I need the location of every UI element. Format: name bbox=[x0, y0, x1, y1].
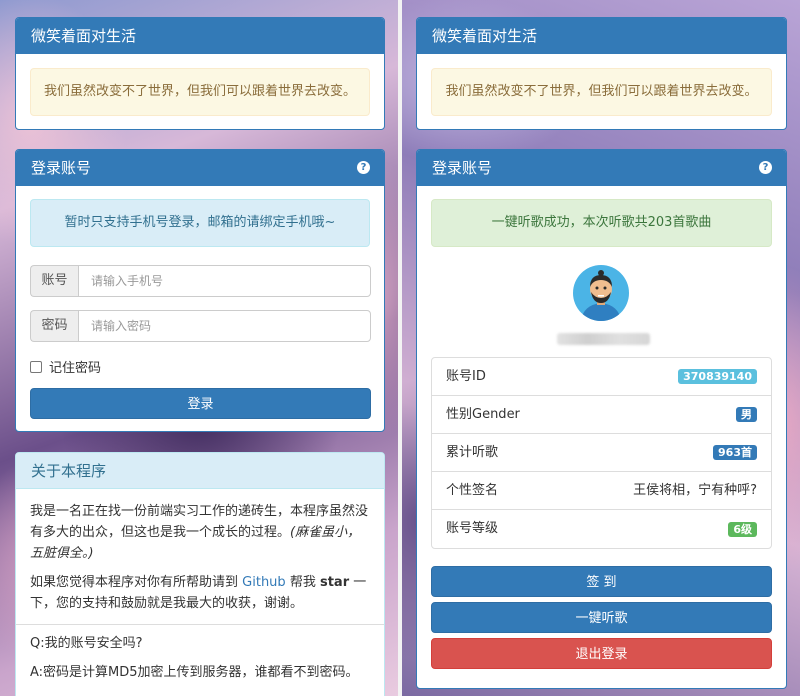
remember-checkbox[interactable] bbox=[30, 360, 42, 373]
account-info-list: 账号ID 370839140 性别Gender 男 累计听歌 963首 个性签名… bbox=[431, 357, 772, 549]
account-id-badge: 370839140 bbox=[678, 369, 757, 384]
signin-button[interactable]: 签 到 bbox=[431, 566, 772, 597]
info-row-signature: 个性签名 王侯将相，宁有种呼? bbox=[432, 472, 771, 510]
info-label: 累计听歌 bbox=[446, 444, 499, 460]
motto-panel-title-right: 微笑着面对生活 bbox=[417, 18, 786, 54]
listen-count-badge: 963首 bbox=[713, 445, 757, 460]
info-label: 账号等级 bbox=[446, 521, 499, 536]
faq-answer: A:密码是计算MD5加密上传到服务器，谁都看不到密码。 bbox=[30, 665, 359, 680]
blurred-username bbox=[557, 333, 650, 345]
question-circle-icon[interactable]: ? bbox=[759, 161, 772, 174]
account-input-group: 账号 bbox=[30, 265, 371, 297]
about-help-text: 帮我 bbox=[289, 575, 316, 590]
about-paragraph-1: 我是一名正在找一份前端实习工作的递砖生，本程序虽然没有多大的出众，但这也是我一个… bbox=[16, 489, 384, 564]
motto-message-right: 我们虽然改变不了世界，但我们可以跟着世界去改变。 bbox=[431, 68, 772, 116]
info-row-level: 账号等级 6级 bbox=[432, 510, 771, 548]
user-avatar-icon bbox=[573, 265, 629, 321]
info-row-account-id: 账号ID 370839140 bbox=[432, 358, 771, 396]
login-notice: 暂时只支持手机号登录，邮箱的请绑定手机哦~ bbox=[30, 199, 370, 247]
password-label: 密码 bbox=[30, 310, 78, 342]
login-button[interactable]: 登录 bbox=[30, 388, 371, 419]
level-badge: 6级 bbox=[728, 521, 757, 537]
account-label: 账号 bbox=[30, 265, 78, 297]
info-row-gender: 性别Gender 男 bbox=[432, 396, 771, 434]
info-label: 性别Gender bbox=[446, 406, 520, 422]
about-paragraph-2: 如果您觉得本程序对你有所帮助请到 Github 帮我 star 一下，您的支持和… bbox=[16, 564, 384, 624]
remember-label[interactable]: 记住密码 bbox=[49, 357, 101, 376]
password-input-group: 密码 bbox=[30, 310, 371, 342]
motto-panel: 微笑着面对生活 我们虽然改变不了世界，但我们可以跟着世界去改变。 bbox=[15, 17, 385, 130]
login-panel-heading: 登录账号 ? bbox=[16, 150, 384, 186]
login-panel-title: 登录账号 bbox=[31, 159, 92, 177]
login-panel: 登录账号 ? 暂时只支持手机号登录，邮箱的请绑定手机哦~ 账号 密码 记住密码 … bbox=[15, 149, 385, 432]
about-panel-title: 关于本程序 bbox=[16, 453, 384, 489]
faq-question: Q:我的账号安全吗? bbox=[30, 636, 143, 651]
account-input[interactable] bbox=[78, 265, 371, 297]
password-input[interactable] bbox=[78, 310, 371, 342]
about-panel: 关于本程序 我是一名正在找一份前端实习工作的递砖生，本程序虽然没有多大的出众，但… bbox=[15, 452, 385, 696]
one-click-listen-button[interactable]: 一键听歌 bbox=[431, 602, 772, 633]
question-circle-icon[interactable]: ? bbox=[357, 161, 370, 174]
star-text: star bbox=[319, 575, 350, 590]
logout-button[interactable]: 退出登录 bbox=[431, 638, 772, 669]
motto-panel-right: 微笑着面对生活 我们虽然改变不了世界，但我们可以跟着世界去改变。 bbox=[416, 17, 787, 130]
remember-row: 记住密码 bbox=[30, 357, 101, 376]
motto-message: 我们虽然改变不了世界，但我们可以跟着世界去改变。 bbox=[30, 68, 370, 116]
faq-item: Q:我的账号安全吗? A:密码是计算MD5加密上传到服务器，谁都看不到密码。 bbox=[16, 624, 384, 691]
info-label: 个性签名 bbox=[446, 482, 499, 498]
info-label: 账号ID bbox=[446, 368, 486, 384]
account-panel-heading: 登录账号 ? bbox=[417, 150, 786, 186]
github-link[interactable]: Github bbox=[242, 575, 286, 590]
about-body: 我是一名正在找一份前端实习工作的递砖生，本程序虽然没有多大的出众，但这也是我一个… bbox=[16, 489, 384, 691]
signature-value: 王侯将相，宁有种呼? bbox=[633, 482, 757, 498]
motto-panel-title: 微笑着面对生活 bbox=[16, 18, 384, 54]
listen-success-alert: 一键听歌成功，本次听歌共203首歌曲 bbox=[431, 199, 772, 247]
info-row-listen-count: 累计听歌 963首 bbox=[432, 434, 771, 472]
account-panel-title: 登录账号 bbox=[432, 159, 493, 177]
gender-badge: 男 bbox=[736, 407, 757, 422]
about-support-text: 如果您觉得本程序对你有所帮助请到 bbox=[30, 575, 239, 590]
